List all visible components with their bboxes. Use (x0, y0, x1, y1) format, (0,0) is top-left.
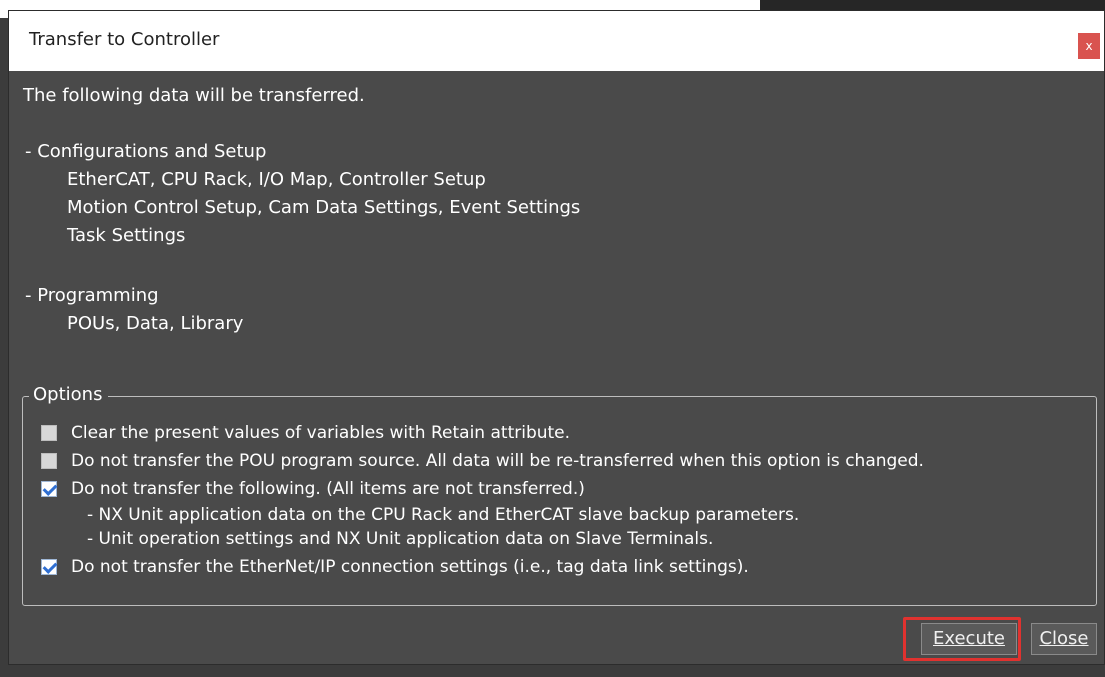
close-icon[interactable]: x (1078, 33, 1100, 59)
dialog-titlebar: Transfer to Controller x (9, 11, 1104, 71)
section-line: EtherCAT, CPU Rack, I/O Map, Controller … (67, 169, 486, 190)
options-legend: Options (29, 384, 109, 405)
checkbox-checked[interactable] (41, 481, 57, 497)
option-subitem: - Unit operation settings and NX Unit ap… (87, 529, 714, 549)
option-label: Clear the present values of variables wi… (71, 423, 571, 443)
section-heading-programming: - Programming (25, 285, 159, 306)
section-line: POUs, Data, Library (67, 313, 244, 334)
option-clear-retain[interactable]: Clear the present values of variables wi… (41, 423, 570, 443)
section-line: Motion Control Setup, Cam Data Settings,… (67, 197, 581, 218)
option-no-transfer-following[interactable]: Do not transfer the following. (All item… (41, 479, 585, 499)
execute-button[interactable]: Execute (921, 623, 1017, 655)
close-button[interactable]: Close (1031, 623, 1097, 655)
option-label: Do not transfer the POU program source. … (71, 451, 924, 471)
checkbox-checked[interactable] (41, 559, 57, 575)
dialog-title: Transfer to Controller (29, 29, 220, 50)
option-no-ethernetip[interactable]: Do not transfer the EtherNet/IP connecti… (41, 557, 749, 577)
intro-text: The following data will be transferred. (23, 85, 365, 106)
option-label: Do not transfer the following. (All item… (71, 479, 585, 499)
option-label: Do not transfer the EtherNet/IP connecti… (71, 557, 749, 577)
section-line: Task Settings (67, 225, 186, 246)
option-no-pou-source[interactable]: Do not transfer the POU program source. … (41, 451, 924, 471)
checkbox[interactable] (41, 425, 57, 441)
option-subitem: - NX Unit application data on the CPU Ra… (87, 505, 800, 525)
transfer-dialog: Transfer to Controller x The following d… (8, 10, 1105, 665)
section-heading-config: - Configurations and Setup (25, 141, 267, 162)
options-group: Options Clear the present values of vari… (22, 384, 1097, 606)
checkbox[interactable] (41, 453, 57, 469)
